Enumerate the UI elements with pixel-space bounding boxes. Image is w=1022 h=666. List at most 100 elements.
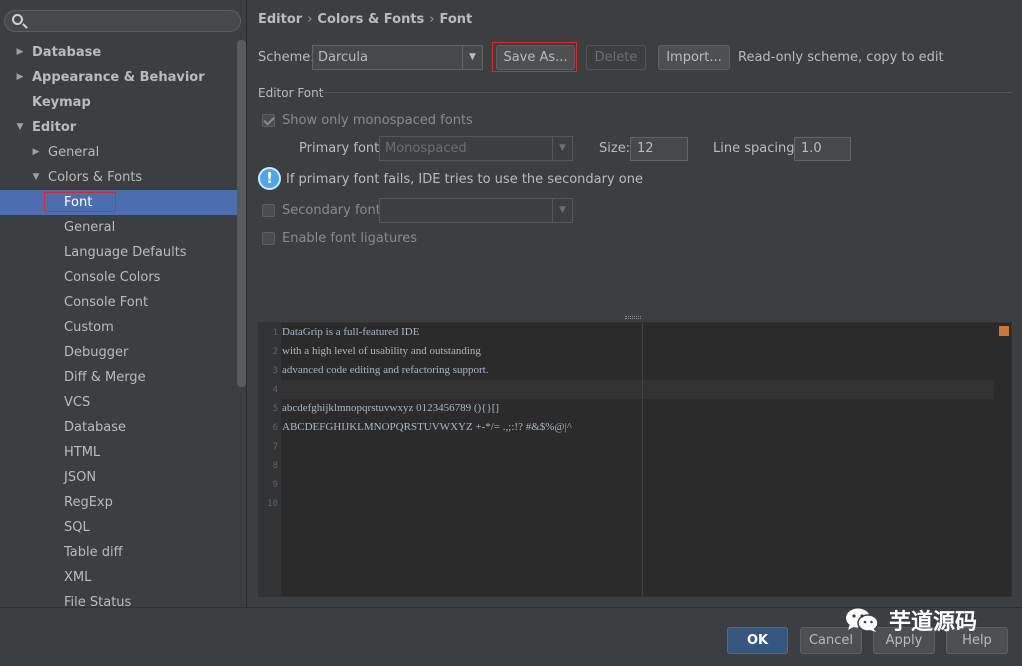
sidebar-item-editor[interactable]: ▼ Editor [0,115,237,140]
sidebar-item-label: Colors & Fonts [48,170,143,185]
scheme-value: Darcula [318,50,369,65]
line-spacing-input[interactable]: 1.0 [794,137,851,161]
sidebar-item-label: Custom [64,320,114,335]
secondary-font-checkbox[interactable] [262,204,275,217]
sidebar-item-general[interactable]: General [0,215,237,240]
breadcrumb-colors-fonts: Colors & Fonts [317,12,425,27]
ligatures-label: Enable font ligatures [282,231,418,246]
chevron-right-icon[interactable]: ▶ [14,40,26,65]
settings-search-input[interactable] [29,13,234,29]
chevron-right-icon[interactable]: ▶ [30,140,42,165]
primary-font-dropdown[interactable]: Monospaced ▼ [379,136,573,161]
line-number: 3 [272,366,278,376]
line-spacing-label: Line spacing: [713,141,799,156]
secondary-font-dropdown[interactable]: ▼ [379,198,573,223]
breadcrumb-font: Font [439,12,473,27]
sidebar-item-label: Keymap [32,95,91,110]
chevron-down-icon: ▼ [552,137,572,160]
sidebar-item-sql[interactable]: SQL [0,515,237,540]
line-number-gutter: 1 2 3 4 5 6 7 8 9 10 [259,323,281,596]
settings-tree: ▶ Database ▶ Appearance & Behavior Keymap ▼ Ed… [0,40,237,607]
sidebar-item-font[interactable]: Font [0,190,237,215]
section-divider [318,92,1012,93]
readonly-scheme-note: Read-only scheme, copy to edit [738,50,944,65]
sidebar-item-label: File Status [64,595,132,607]
delete-button[interactable]: Delete [586,45,646,70]
sidebar-item-label: Debugger [64,345,129,360]
code-line: with a high level of usability and outst… [282,345,481,357]
sidebar-item-label: Editor [32,120,77,135]
sidebar-item-label: Language Defaults [64,245,187,260]
line-number: 1 [272,328,278,338]
scheme-label: Scheme: [258,50,315,65]
sidebar-item-file-status[interactable]: File Status [0,590,237,607]
size-label: Size: [599,141,631,156]
sidebar-item-table-diff[interactable]: Table diff [0,540,237,565]
chevron-down-icon: ▼ [552,199,572,222]
chevron-down-icon[interactable]: ▼ [14,115,26,140]
editor-font-section-title: Editor Font [258,86,324,100]
sidebar-item-colors-fonts[interactable]: ▼ Colors & Fonts [0,165,237,190]
secondary-font-label: Secondary font: [282,203,386,218]
splitter-handle[interactable] [625,316,641,319]
line-number: 4 [272,385,278,395]
wechat-icon [846,608,879,632]
ok-button[interactable]: OK [727,627,788,654]
scheme-dropdown[interactable]: Darcula ▼ [312,45,483,70]
code-line: abcdefghijklmnopqrstuvwxyz 0123456789 ()… [282,402,500,414]
right-margin-guide [642,323,643,596]
line-number: 7 [272,442,278,452]
sidebar-item-console-font[interactable]: Console Font [0,290,237,315]
sidebar-item-debugger[interactable]: Debugger [0,340,237,365]
code-line: advanced code editing and refactoring su… [282,364,489,376]
chevron-down-icon[interactable]: ▼ [30,165,42,190]
sidebar-item-xml[interactable]: XML [0,565,237,590]
sidebar-item-database[interactable]: Database [0,415,237,440]
size-input[interactable]: 12 [630,137,688,161]
monospaced-checkbox[interactable] [262,114,275,127]
line-number: 2 [272,347,278,357]
code-line: DataGrip is a full-featured IDE [282,326,420,338]
sidebar-item-appearance-behavior[interactable]: ▶ Appearance & Behavior [0,65,237,90]
sidebar-item-html[interactable]: HTML [0,440,237,465]
sidebar-item-general[interactable]: ▶ General [0,140,237,165]
font-settings-panel: Editor › Colors & Fonts › Font Scheme: Darcu… [248,0,1022,607]
line-number: 8 [272,461,278,471]
sidebar-item-label: RegExp [64,495,113,510]
ligatures-checkbox[interactable] [262,232,275,245]
sidebar-item-label: XML [64,570,92,585]
sidebar-item-label: SQL [64,520,90,535]
sidebar-item-console-colors[interactable]: Console Colors [0,265,237,290]
sidebar-item-label: VCS [64,395,91,410]
sidebar-item-diff-merge[interactable]: Diff & Merge [0,365,237,390]
breadcrumb-separator: › [429,12,435,27]
sidebar-item-label: Database [32,45,102,60]
watermark-text: 芋道源码 [889,610,978,635]
sidebar-item-custom[interactable]: Custom [0,315,237,340]
sidebar-item-label: Console Font [64,295,149,310]
import-button[interactable]: Import... [658,45,730,70]
sidebar-item-label: Table diff [64,545,123,560]
sidebar-item-database[interactable]: ▶ Database [0,40,237,65]
error-stripe-marker[interactable] [999,326,1009,336]
sidebar-item-label: General [64,220,116,235]
sidebar-item-label: Console Colors [64,270,161,285]
sidebar-scrollbar[interactable] [237,40,246,387]
font-preview-editor[interactable]: 1 2 3 4 5 6 7 8 9 10 DataGrip is a full-featured … [258,322,1012,597]
sidebar-item-keymap[interactable]: Keymap [0,90,237,115]
sidebar-item-label: Diff & Merge [64,370,146,385]
chevron-right-icon[interactable]: ▶ [14,65,26,90]
sidebar-item-label: General [48,145,100,160]
sidebar-item-json[interactable]: JSON [0,465,237,490]
sidebar-item-vcs[interactable]: VCS [0,390,237,415]
settings-search-box[interactable] [4,10,241,32]
line-number: 9 [272,480,278,490]
line-number: 6 [272,423,278,433]
sidebar-item-language-defaults[interactable]: Language Defaults [0,240,237,265]
line-number: 10 [267,499,278,509]
save-as-highlight-box [492,42,577,72]
breadcrumb-editor: Editor [258,12,303,27]
sidebar-item-regexp[interactable]: RegExp [0,490,237,515]
breadcrumb: Editor › Colors & Fonts › Font [258,12,472,27]
line-number: 5 [272,404,278,414]
